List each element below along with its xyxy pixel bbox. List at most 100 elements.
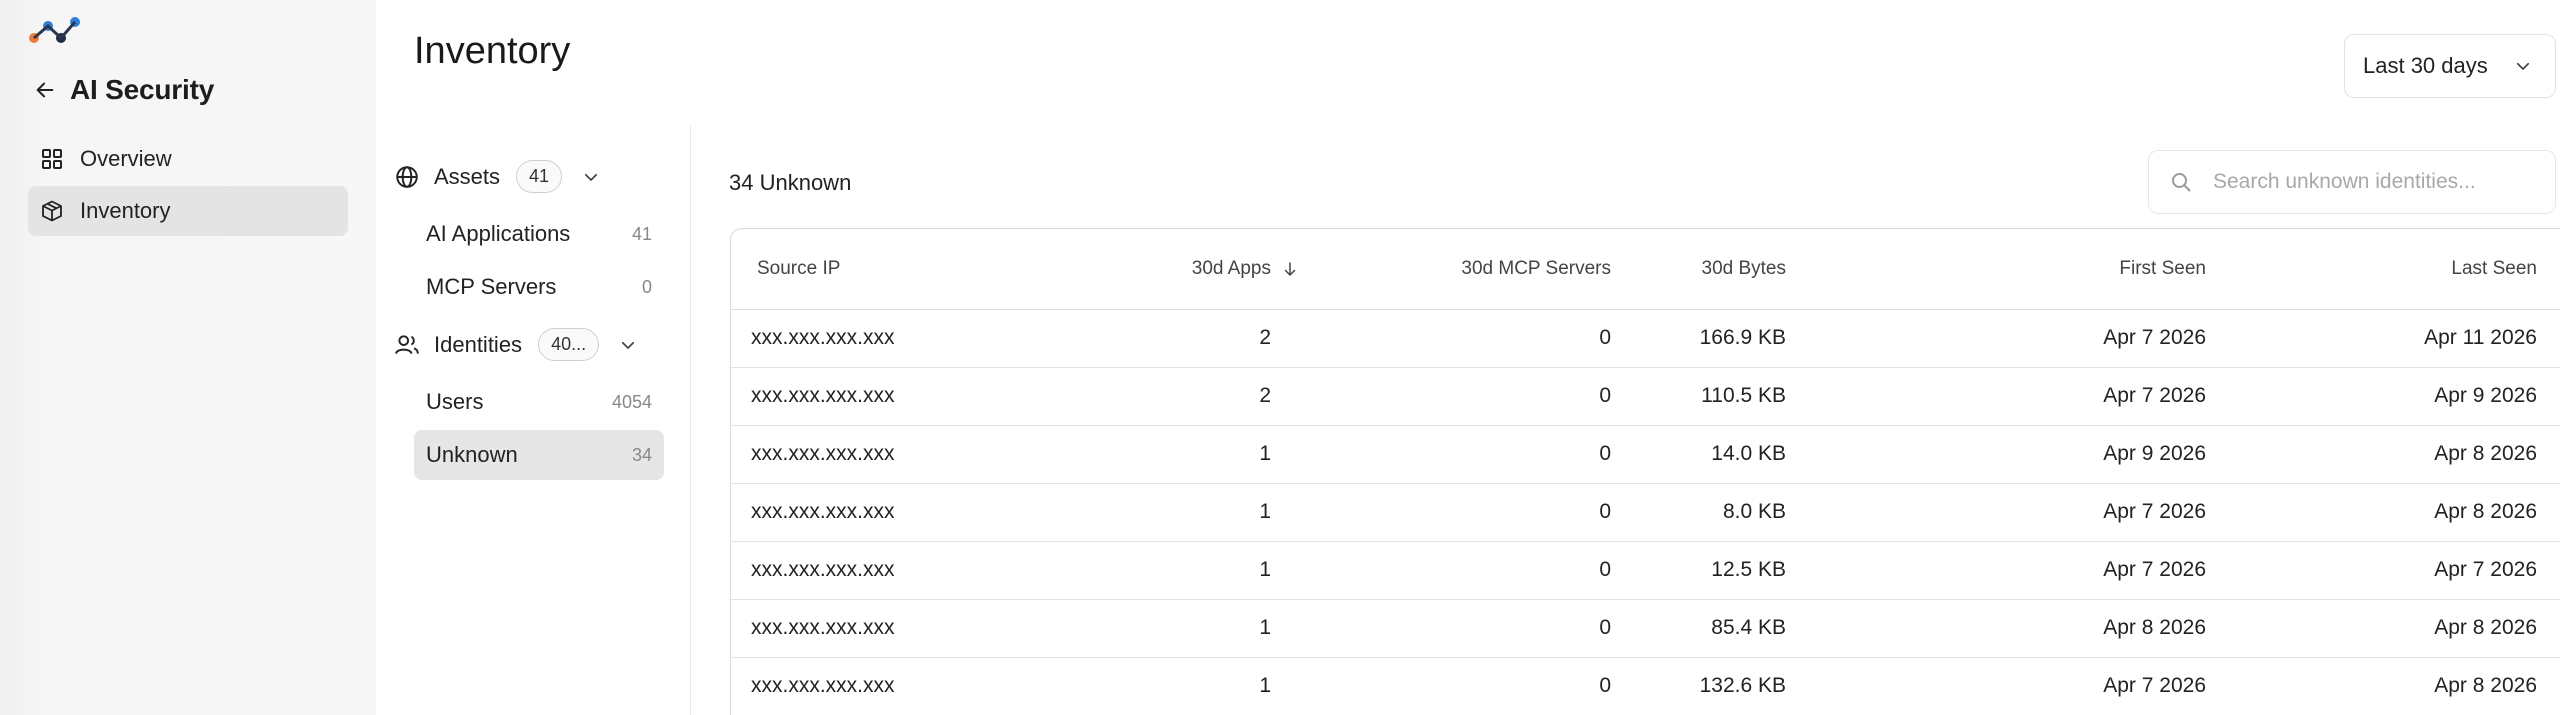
filter-item-label: AI Applications <box>426 221 571 246</box>
cell-first-seen: Apr 7 2026 <box>1786 309 2206 368</box>
cube-icon <box>42 200 62 222</box>
cell-bytes: 110.5 KB <box>1611 367 1786 426</box>
cell-source-ip: xxx.xxx.xxx.xxx <box>731 425 1141 484</box>
cell-first-seen: Apr 8 2026 <box>1786 599 2206 658</box>
cell-bytes: 12.5 KB <box>1611 541 1786 600</box>
cell-source-ip: xxx.xxx.xxx.xxx <box>731 599 1141 658</box>
cell-mcp-servers: 0 <box>1371 425 1611 484</box>
sort-indicator[interactable] <box>1271 229 1371 310</box>
chevron-down-icon[interactable] <box>582 168 600 186</box>
column-header-mcp-servers[interactable]: 30d MCP Servers <box>1371 229 1611 310</box>
cell-first-seen: Apr 9 2026 <box>1786 425 2206 484</box>
cell-bytes: 85.4 KB <box>1611 599 1786 658</box>
back-navigation[interactable]: AI Security <box>34 74 214 106</box>
sidebar-item-label: Inventory <box>80 198 171 223</box>
arrow-down-icon <box>1284 261 1296 276</box>
filter-item-count: 0 <box>641 276 652 297</box>
result-count: 34 Unknown <box>729 170 852 195</box>
cell-source-ip: xxx.xxx.xxx.xxx <box>731 309 1141 368</box>
cell-mcp-servers: 0 <box>1371 541 1611 600</box>
section-title: AI Security <box>70 74 215 105</box>
cell-last-seen: Apr 9 2026 <box>2206 367 2560 426</box>
cell-first-seen: Apr 7 2026 <box>1786 657 2206 715</box>
cell-apps: 1 <box>1141 483 1271 542</box>
cell-mcp-servers: 0 <box>1371 367 1611 426</box>
search-input[interactable] <box>2213 170 2543 194</box>
date-range-select[interactable]: Last 30 days <box>2344 34 2556 98</box>
cell-last-seen: Apr 8 2026 <box>2206 483 2560 542</box>
cell-spacer <box>1271 425 1371 484</box>
cell-last-seen: Apr 8 2026 <box>2206 657 2560 715</box>
table-row[interactable]: xxx.xxx.xxx.xxx 1 0 8.0 KB Apr 7 2026 Apr 8 2… <box>731 483 2560 542</box>
column-header-apps[interactable]: 30d Apps <box>1141 229 1271 310</box>
filter-item-unknown[interactable]: Unknown 34 <box>414 430 664 480</box>
cell-apps: 2 <box>1141 309 1271 368</box>
filter-item-label: Users <box>426 389 484 414</box>
count-badge: 41 <box>516 160 563 193</box>
filter-group-label: Assets <box>434 163 501 189</box>
column-header-last-seen[interactable]: Last Seen <box>2206 229 2560 310</box>
cell-mcp-servers: 0 <box>1371 309 1611 368</box>
cell-spacer <box>1271 657 1371 715</box>
cell-spacer <box>1271 599 1371 658</box>
cell-last-seen: Apr 11 2026 <box>2206 309 2560 368</box>
filter-item-label: Unknown <box>426 442 518 467</box>
cell-bytes: 166.9 KB <box>1611 309 1786 368</box>
cell-bytes: 8.0 KB <box>1611 483 1786 542</box>
cell-mcp-servers: 0 <box>1371 599 1611 658</box>
filter-item-count: 41 <box>631 223 652 244</box>
table-row[interactable]: xxx.xxx.xxx.xxx 2 0 166.9 KB Apr 7 2026 Apr 1… <box>731 309 2560 368</box>
cell-first-seen: Apr 7 2026 <box>1786 367 2206 426</box>
cell-mcp-servers: 0 <box>1371 657 1611 715</box>
filter-item-users[interactable]: Users 4054 <box>414 377 664 427</box>
filter-item-count: 4054 <box>611 391 652 412</box>
table-row[interactable]: xxx.xxx.xxx.xxx 2 0 110.5 KB Apr 7 2026 Apr 9… <box>731 367 2560 426</box>
search-box[interactable] <box>2148 150 2556 214</box>
filter-item-count: 34 <box>631 444 652 465</box>
filter-group-assets[interactable]: Assets 41 <box>394 160 600 193</box>
sidebar-item-overview[interactable]: Overview <box>28 134 348 184</box>
page-title: Inventory <box>414 30 571 72</box>
cell-last-seen: Apr 7 2026 <box>2206 541 2560 600</box>
column-header-first-seen[interactable]: First Seen <box>1786 229 2206 310</box>
count-badge: 40... <box>538 328 600 361</box>
column-header-bytes[interactable]: 30d Bytes <box>1611 229 1786 310</box>
cell-last-seen: Apr 8 2026 <box>2206 599 2560 658</box>
cell-first-seen: Apr 7 2026 <box>1786 483 2206 542</box>
sidebar-item-label: Overview <box>80 146 172 171</box>
filter-group-label: Identities <box>434 331 523 357</box>
cell-first-seen: Apr 7 2026 <box>1786 541 2206 600</box>
cell-source-ip: xxx.xxx.xxx.xxx <box>731 367 1141 426</box>
grid-icon <box>42 149 62 169</box>
table-row[interactable]: xxx.xxx.xxx.xxx 1 0 12.5 KB Apr 7 2026 Apr 7 … <box>731 541 2560 600</box>
cell-source-ip: xxx.xxx.xxx.xxx <box>731 541 1141 600</box>
table-row[interactable]: xxx.xxx.xxx.xxx 1 0 14.0 KB Apr 9 2026 Apr 8 … <box>731 425 2560 484</box>
sidebar-item-inventory[interactable]: Inventory <box>28 186 348 236</box>
cell-apps: 1 <box>1141 425 1271 484</box>
brand-logo-icon[interactable] <box>28 14 82 46</box>
column-header-source-ip[interactable]: Source IP <box>731 229 1141 310</box>
cell-spacer <box>1271 483 1371 542</box>
cell-mcp-servers: 0 <box>1371 483 1611 542</box>
cell-last-seen: Apr 8 2026 <box>2206 425 2560 484</box>
table-header-row: Source IP 30d Apps 30d MCP Servers 30d B… <box>731 229 2560 310</box>
sidebar: AI Security Overview Inventory <box>0 0 376 715</box>
filter-item-ai-applications[interactable]: AI Applications 41 <box>414 209 664 259</box>
column-header-label: 30d Apps <box>1191 257 1271 279</box>
filter-item-label: MCP Servers <box>426 274 557 299</box>
date-range-value: Last 30 days <box>2363 53 2488 78</box>
filter-item-mcp-servers[interactable]: MCP Servers 0 <box>414 262 664 312</box>
chevron-down-icon[interactable] <box>619 336 637 354</box>
cell-bytes: 132.6 KB <box>1611 657 1786 715</box>
arrow-left-icon <box>36 82 54 98</box>
cell-apps: 2 <box>1141 367 1271 426</box>
table-row[interactable]: xxx.xxx.xxx.xxx 1 0 132.6 KB Apr 7 2026 Apr 8… <box>731 657 2560 715</box>
table-row[interactable]: xxx.xxx.xxx.xxx 1 0 85.4 KB Apr 8 2026 Apr 8 … <box>731 599 2560 658</box>
globe-icon <box>396 165 418 188</box>
identities-table: Source IP 30d Apps 30d MCP Servers 30d B… <box>730 228 2560 715</box>
chevron-down-icon <box>2516 62 2529 70</box>
cell-source-ip: xxx.xxx.xxx.xxx <box>731 657 1141 715</box>
search-icon <box>2172 173 2191 192</box>
filter-group-identities[interactable]: Identities 40... <box>394 328 637 361</box>
cell-bytes: 14.0 KB <box>1611 425 1786 484</box>
